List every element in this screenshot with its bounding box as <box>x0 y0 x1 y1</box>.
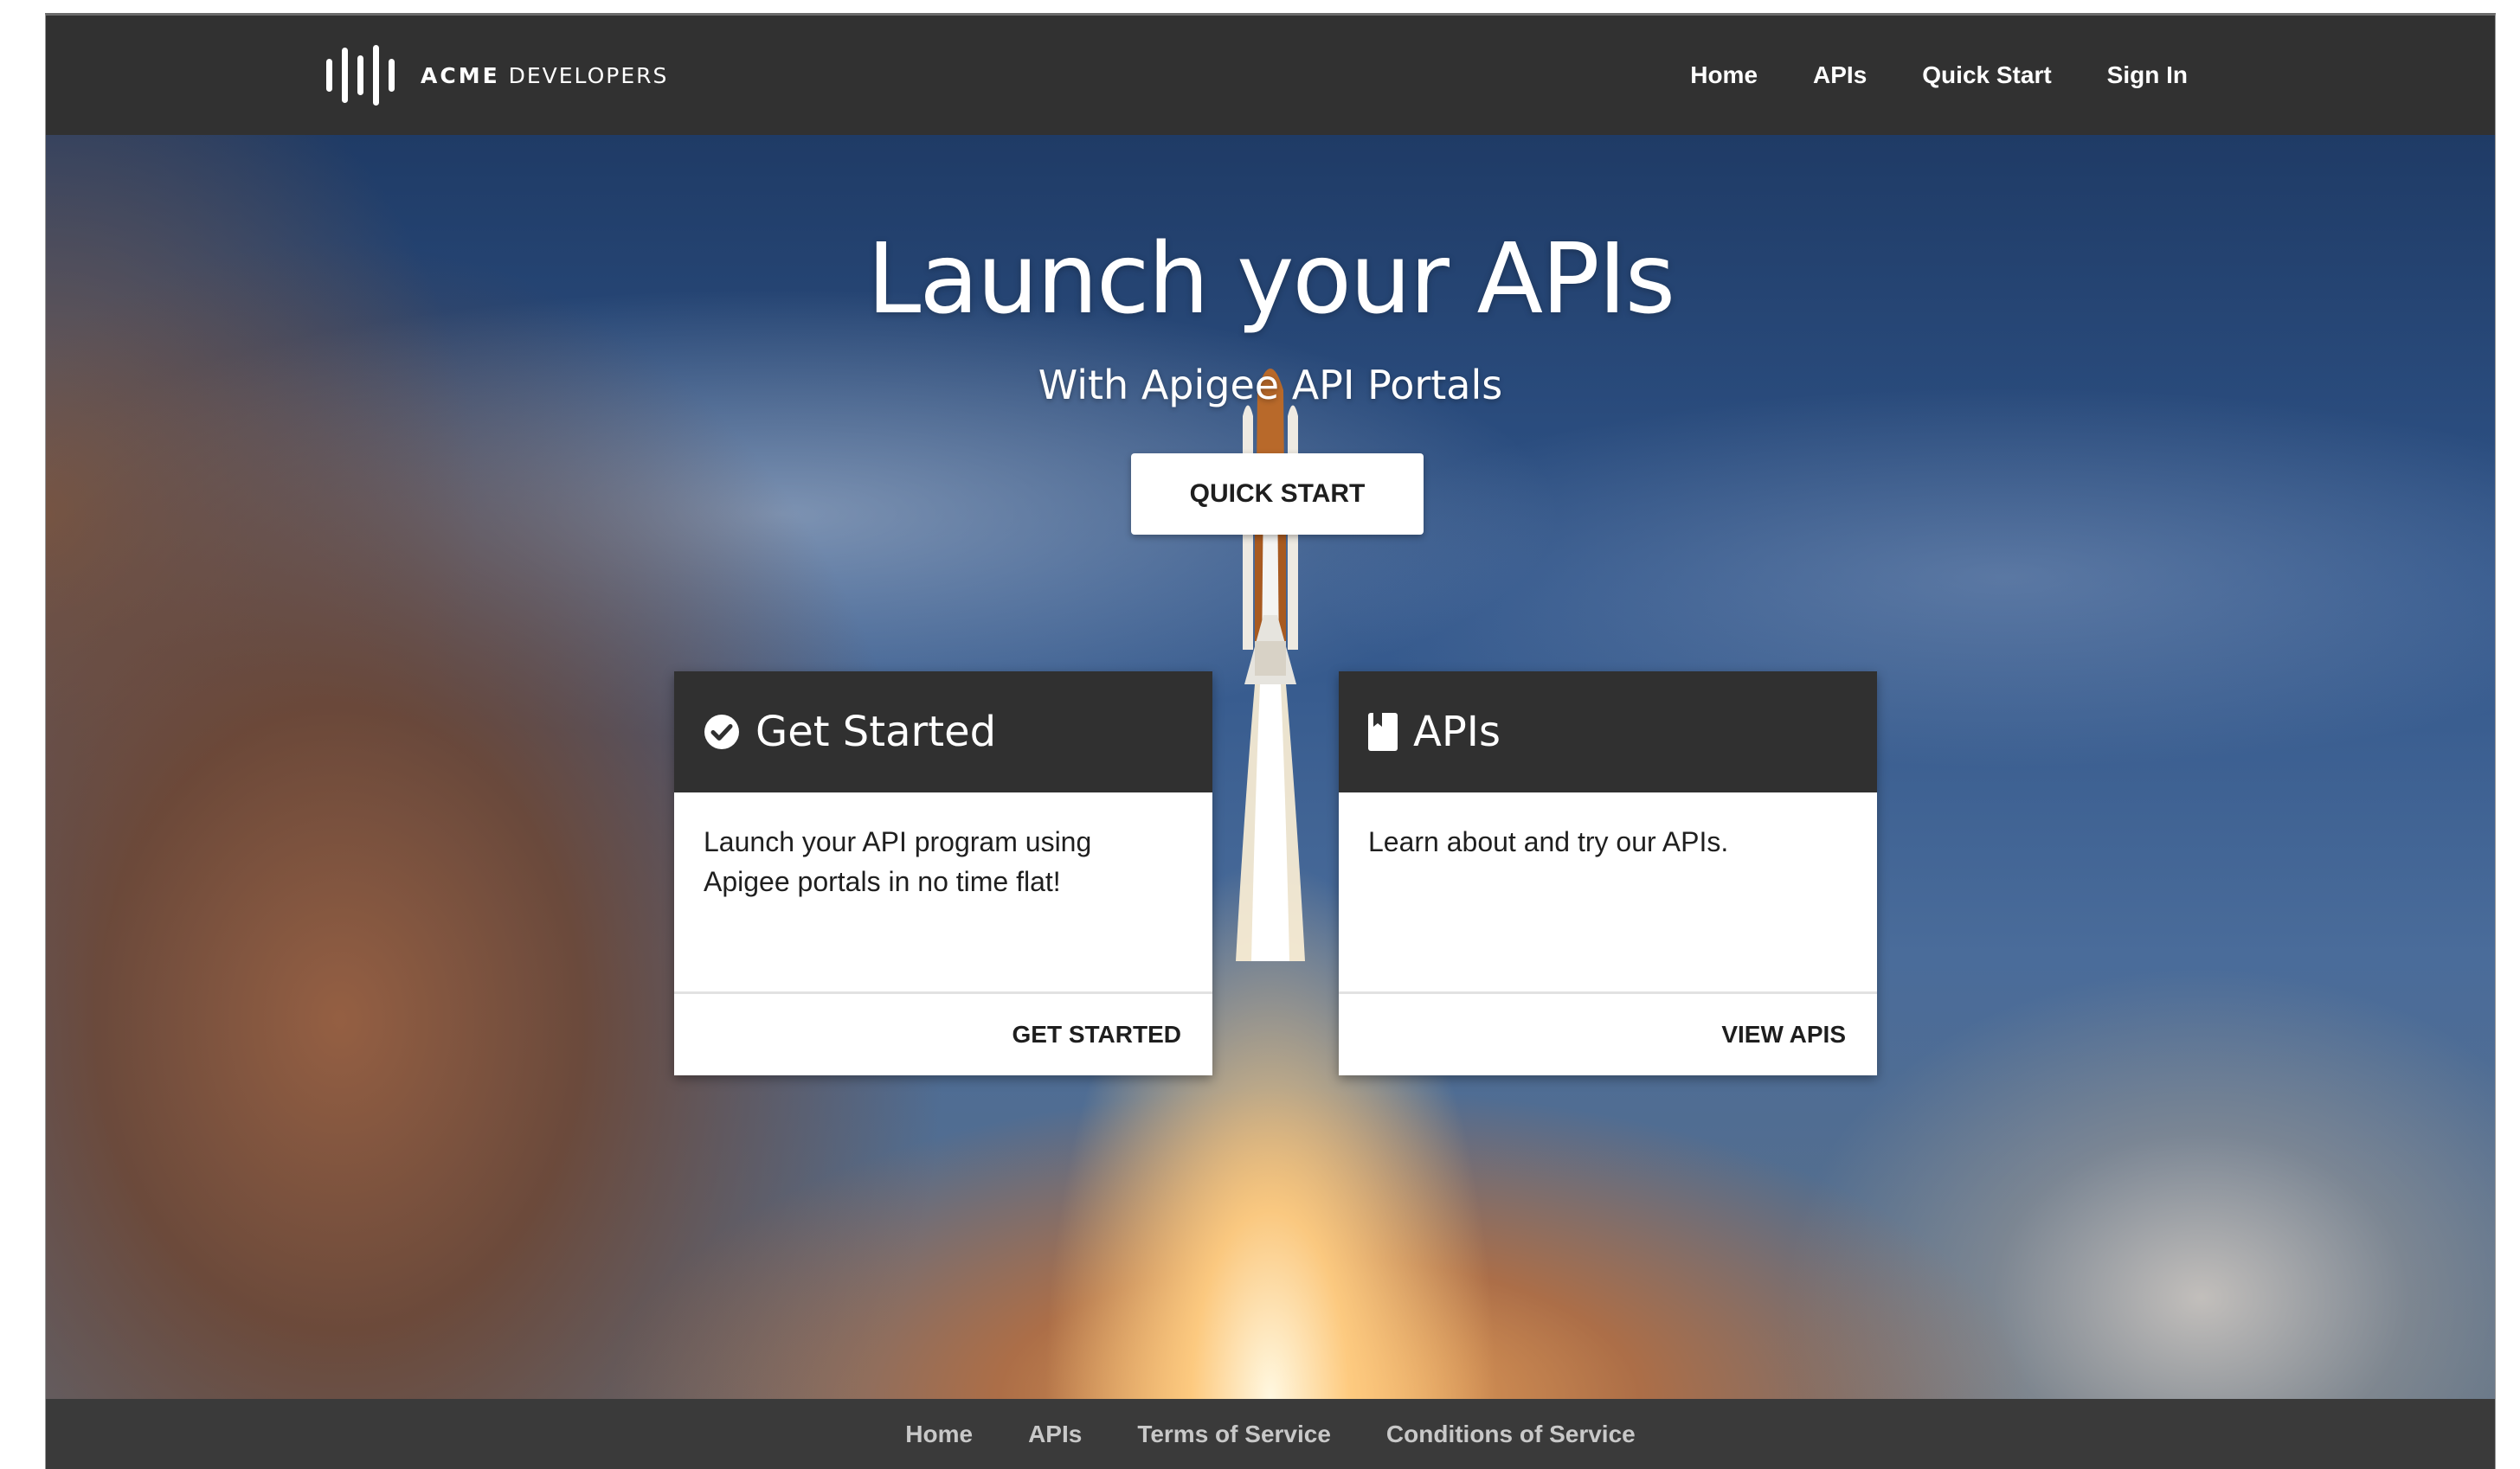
card-description: Learn about and try our APIs. <box>1339 792 1877 994</box>
footer-link-apis[interactable]: APIs <box>1028 1421 1082 1448</box>
apis-card: APIs Learn about and try our APIs. VIEW … <box>1339 671 1877 1075</box>
logo-bars-icon <box>326 45 395 106</box>
get-started-card: Get Started Launch your API program usin… <box>674 671 1212 1075</box>
rocket-image <box>1236 369 1305 961</box>
hero-section: Launch your APIs With Apigee API Portals… <box>46 135 2495 1399</box>
card-description: Launch your API program using Apigee por… <box>674 792 1212 994</box>
site-footer: Home APIs Terms of Service Conditions of… <box>46 1399 2495 1469</box>
footer-link-conditions[interactable]: Conditions of Service <box>1386 1421 1636 1448</box>
card-title: APIs <box>1413 708 1501 756</box>
card-footer: GET STARTED <box>674 994 1212 1075</box>
logo-brand: ACME <box>421 62 500 88</box>
site-header: ACME DEVELOPERS Home APIs Quick Start Si… <box>46 16 2495 135</box>
nav-home[interactable]: Home <box>1690 61 1758 89</box>
nav-apis[interactable]: APIs <box>1813 61 1867 89</box>
hero-title: Launch your APIs <box>866 223 1675 336</box>
nav-sign-in[interactable]: Sign In <box>2107 61 2188 89</box>
card-title: Get Started <box>755 708 997 756</box>
hero-subtitle: With Apigee API Portals <box>1038 362 1503 408</box>
view-apis-link[interactable]: VIEW APIS <box>1721 1021 1846 1049</box>
card-header: APIs <box>1339 671 1877 792</box>
quick-start-button[interactable]: QUICK START <box>1131 453 1424 535</box>
footer-link-terms[interactable]: Terms of Service <box>1137 1421 1331 1448</box>
browser-viewport: ACME DEVELOPERS Home APIs Quick Start Si… <box>45 13 2496 1469</box>
card-header: Get Started <box>674 671 1212 792</box>
card-footer: VIEW APIS <box>1339 994 1877 1075</box>
get-started-link[interactable]: GET STARTED <box>1012 1021 1181 1049</box>
footer-link-home[interactable]: Home <box>905 1421 973 1448</box>
nav-quick-start[interactable]: Quick Start <box>1922 61 2051 89</box>
site-logo[interactable]: ACME DEVELOPERS <box>326 45 668 106</box>
logo-text: ACME DEVELOPERS <box>421 63 668 88</box>
book-icon <box>1368 713 1398 751</box>
logo-suffix: DEVELOPERS <box>508 62 669 88</box>
top-nav: Home APIs Quick Start Sign In <box>1690 16 2188 135</box>
check-circle-icon <box>704 715 739 749</box>
